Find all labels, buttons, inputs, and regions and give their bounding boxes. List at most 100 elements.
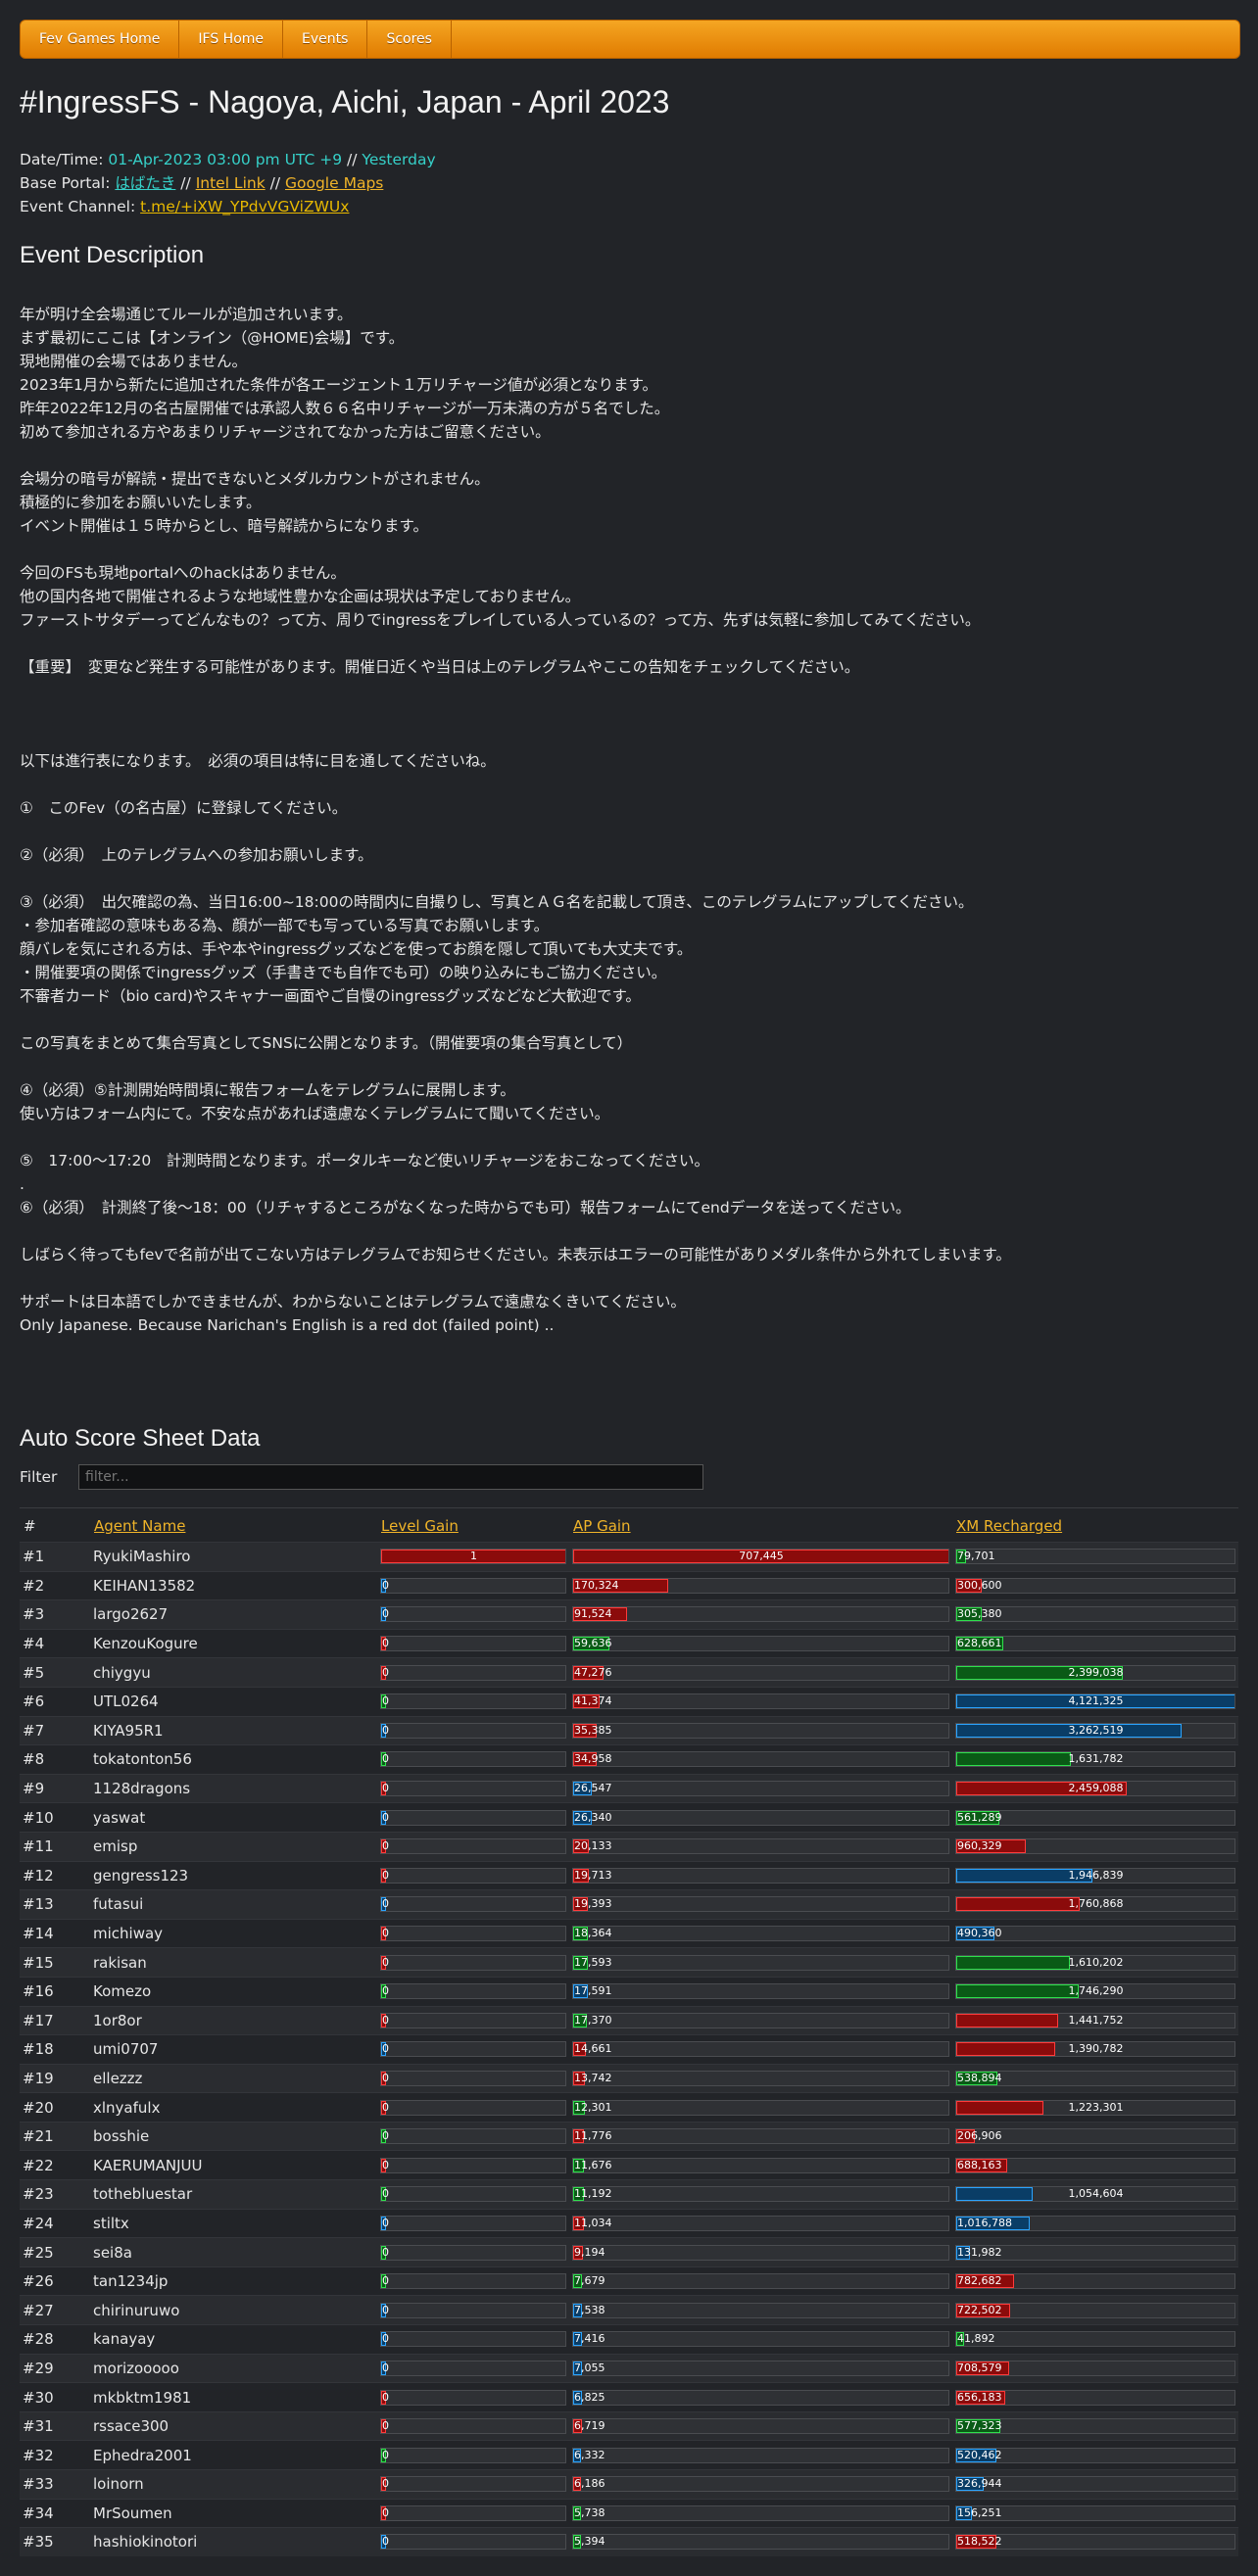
table-row[interactable]: #8 tokatonton56 0 34,958 1,631,782 <box>20 1744 1238 1775</box>
table-row[interactable]: #23 tothebluestar 0 11,192 1,054,604 <box>20 2179 1238 2210</box>
sort-agent-name[interactable]: Agent Name <box>94 1517 185 1535</box>
xm-recharged-bar: 2,399,038 <box>955 1664 1235 1681</box>
portal-name-link[interactable]: はばたき <box>115 174 175 192</box>
table-row[interactable]: #12 gengress123 0 19,713 1,946,839 <box>20 1860 1238 1890</box>
sort-level-gain[interactable]: Level Gain <box>381 1517 459 1535</box>
table-row[interactable]: #35 hashiokinotori 0 5,394 518,522 <box>20 2527 1238 2556</box>
xm-recharged-value: 1,760,868 <box>1068 1897 1124 1911</box>
table-row[interactable]: #20 xlnyafulx 0 12,301 1,223,301 <box>20 2092 1238 2123</box>
ap-gain-value: 7,679 <box>574 2274 605 2288</box>
level-gain-value: 0 <box>382 1927 389 1940</box>
ap-gain-cell: 17,593 <box>569 1947 952 1978</box>
rank-cell: #14 <box>20 1918 90 1948</box>
google-maps-link[interactable]: Google Maps <box>285 174 383 192</box>
level-gain-cell: 0 <box>377 2440 569 2470</box>
ap-gain-cell: 35,385 <box>569 1715 952 1745</box>
agent-name-cell: ellezzz <box>90 2063 377 2093</box>
portal-line: Base Portal: はばたき // Intel Link // Googl… <box>20 171 1238 195</box>
table-row[interactable]: #17 1or8or 0 17,370 1,441,752 <box>20 2005 1238 2035</box>
ap-gain-cell: 11,776 <box>569 2121 952 2151</box>
table-row[interactable]: #2 KEIHAN13582 0 170,324 300,600 <box>20 1570 1238 1600</box>
ap-gain-cell: 170,324 <box>569 1570 952 1600</box>
level-gain-value: 0 <box>382 2477 389 2491</box>
table-row[interactable]: #3 largo2627 0 91,524 305,380 <box>20 1599 1238 1630</box>
level-gain-bar: 0 <box>380 1838 566 1855</box>
agent-name-cell: rakisan <box>90 1947 377 1978</box>
table-row[interactable]: #30 mkbktm1981 0 6,825 656,183 <box>20 2382 1238 2412</box>
table-row[interactable]: #28 kanayay 0 7,416 41,892 <box>20 2324 1238 2355</box>
table-row[interactable]: #21 bosshie 0 11,776 206,906 <box>20 2121 1238 2151</box>
table-row[interactable]: #26 tan1234jp 0 7,679 782,682 <box>20 2266 1238 2296</box>
ap-gain-cell: 6,332 <box>569 2440 952 2470</box>
table-row[interactable]: #24 stiltx 0 11,034 1,016,788 <box>20 2208 1238 2238</box>
rank-cell: #30 <box>20 2382 90 2412</box>
nav-events[interactable]: Events <box>283 21 368 58</box>
filter-input[interactable] <box>78 1464 703 1490</box>
ap-gain-cell: 17,370 <box>569 2005 952 2035</box>
xm-recharged-bar: 300,600 <box>955 1577 1235 1594</box>
table-row[interactable]: #33 loinorn 0 6,186 326,944 <box>20 2469 1238 2500</box>
table-row[interactable]: #7 KIYA95R1 0 35,385 3,262,519 <box>20 1715 1238 1745</box>
xm-recharged-value: 1,610,202 <box>1068 1955 1124 1969</box>
ap-gain-cell: 34,958 <box>569 1744 952 1775</box>
table-row[interactable]: #27 chirinuruwo 0 7,538 722,502 <box>20 2295 1238 2325</box>
level-gain-cell: 0 <box>377 2150 569 2180</box>
level-gain-bar: 0 <box>380 2447 566 2463</box>
nav-fev-games-home[interactable]: Fev Games Home <box>21 21 180 58</box>
table-row[interactable]: #31 rssace300 0 6,719 577,323 <box>20 2410 1238 2441</box>
level-gain-value: 0 <box>382 2100 389 2114</box>
filter-row: Filter <box>20 1464 1238 1490</box>
filter-label: Filter <box>20 1468 58 1486</box>
table-row[interactable]: #34 MrSoumen 0 5,738 156,251 <box>20 2498 1238 2528</box>
table-row[interactable]: #13 futasui 0 19,393 1,760,868 <box>20 1889 1238 1920</box>
level-gain-cell: 0 <box>377 1831 569 1862</box>
portal-sep-2: // <box>265 174 285 192</box>
table-row[interactable]: #32 Ephedra2001 0 6,332 520,462 <box>20 2440 1238 2470</box>
ap-gain-bar: 12,301 <box>572 2099 949 2116</box>
table-row[interactable]: #25 sei8a 0 9,194 131,982 <box>20 2237 1238 2267</box>
ap-gain-value: 19,393 <box>574 1897 612 1911</box>
level-gain-value: 0 <box>382 2505 389 2519</box>
ap-gain-cell: 91,524 <box>569 1599 952 1630</box>
page: Fev Games Home IFS Home Events Scores #I… <box>0 0 1258 2576</box>
level-gain-cell: 0 <box>377 2121 569 2151</box>
table-row[interactable]: #18 umi0707 0 14,661 1,390,782 <box>20 2034 1238 2065</box>
table-row[interactable]: #22 KAERUMANJUU 0 11,676 688,163 <box>20 2150 1238 2180</box>
xm-recharged-bar: 538,894 <box>955 2070 1235 2086</box>
table-row[interactable]: #11 emisp 0 20,133 960,329 <box>20 1831 1238 1862</box>
ap-gain-value: 17,593 <box>574 1955 612 1969</box>
rank-cell: #8 <box>20 1744 90 1775</box>
xm-recharged-bar: 708,579 <box>955 2360 1235 2376</box>
rank-cell: #2 <box>20 1570 90 1600</box>
table-row[interactable]: #4 KenzouKogure 0 59,636 628,661 <box>20 1628 1238 1658</box>
ap-gain-value: 7,416 <box>574 2332 605 2346</box>
nav-ifs-home[interactable]: IFS Home <box>179 21 284 58</box>
table-row[interactable]: #15 rakisan 0 17,593 1,610,202 <box>20 1947 1238 1978</box>
table-row[interactable]: #29 morizooooo 0 7,055 708,579 <box>20 2353 1238 2383</box>
level-gain-value: 0 <box>382 1578 389 1592</box>
xm-recharged-value: 2,459,088 <box>1068 1782 1124 1795</box>
rank-cell: #6 <box>20 1686 90 1717</box>
event-channel-link[interactable]: t.me/+iXW_YPdvVGViZWUx <box>140 198 349 215</box>
xm-recharged-value: 1,946,839 <box>1068 1868 1124 1882</box>
table-row[interactable]: #19 ellezzz 0 13,742 538,894 <box>20 2063 1238 2093</box>
table-row[interactable]: #9 1128dragons 0 26,547 2,459,088 <box>20 1773 1238 1803</box>
xm-recharged-bar: 490,360 <box>955 1926 1235 1942</box>
top-nav: Fev Games Home IFS Home Events Scores <box>20 20 1240 59</box>
intel-link[interactable]: Intel Link <box>196 174 266 192</box>
agent-name-cell: largo2627 <box>90 1599 377 1630</box>
sort-ap-gain[interactable]: AP Gain <box>573 1517 631 1535</box>
table-row[interactable]: #1 RyukiMashiro 1 707,445 79,701 <box>20 1542 1238 1572</box>
table-row[interactable]: #10 yaswat 0 26,340 561,289 <box>20 1802 1238 1833</box>
ap-gain-bar: 11,676 <box>572 2157 949 2173</box>
sort-xm-recharged[interactable]: XM Recharged <box>956 1517 1062 1535</box>
table-row[interactable]: #6 UTL0264 0 41,374 4,121,325 <box>20 1686 1238 1717</box>
table-row[interactable]: #14 michiway 0 18,364 490,360 <box>20 1918 1238 1948</box>
ap-gain-cell: 5,738 <box>569 2498 952 2528</box>
nav-scores[interactable]: Scores <box>367 21 452 58</box>
table-row[interactable]: #16 Komezo 0 17,591 1,746,290 <box>20 1976 1238 2006</box>
table-row[interactable]: #5 chiygyu 0 47,276 2,399,038 <box>20 1657 1238 1688</box>
xm-recharged-cell: 305,380 <box>952 1599 1238 1630</box>
ap-gain-cell: 17,591 <box>569 1976 952 2006</box>
xm-recharged-cell: 1,946,839 <box>952 1860 1238 1890</box>
